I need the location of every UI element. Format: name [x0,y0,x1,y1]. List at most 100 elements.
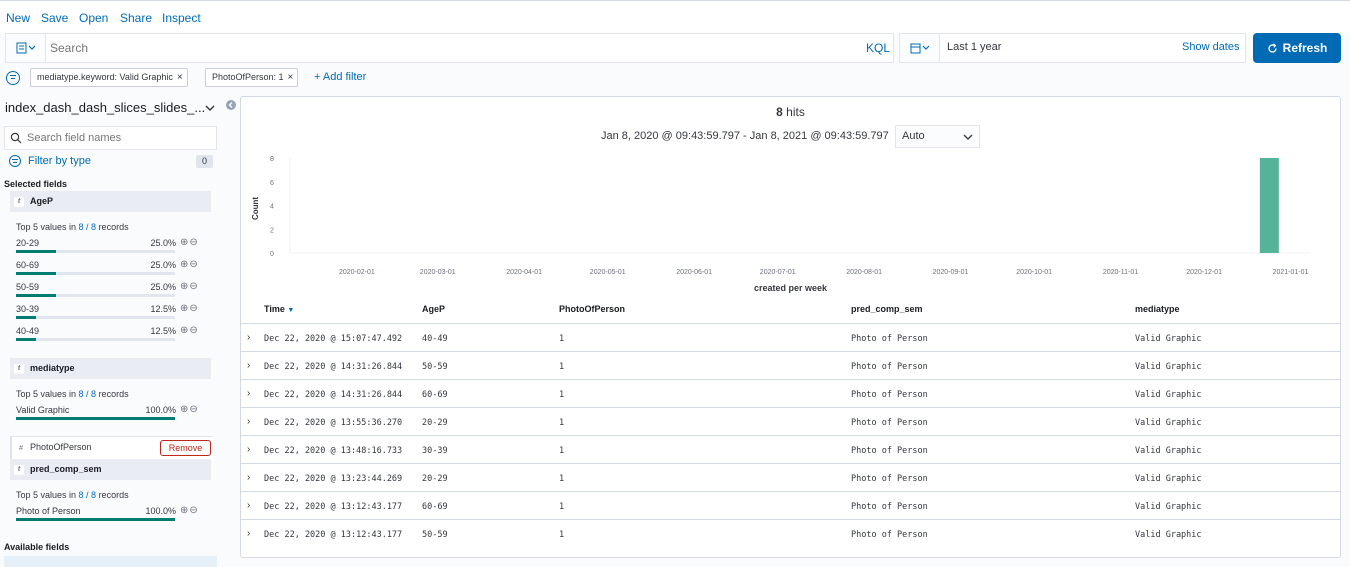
field-summary: Top 5 values in 8 / 8 records [16,222,129,232]
field-search-input[interactable] [27,130,212,146]
add-filter-button[interactable]: + Add filter [314,71,366,83]
filter-value-icons[interactable]: ⊕⊖ [180,404,199,415]
share-button[interactable]: Share [120,11,152,25]
column-header-pred-comp-sem[interactable]: pred_comp_sem [851,304,923,314]
inspect-button[interactable]: Inspect [162,11,201,25]
refresh-button[interactable]: Refresh [1253,33,1341,63]
new-button[interactable]: New [6,11,30,25]
summary-prefix: Top 5 values in [16,490,79,500]
filter-by-type-button[interactable]: Filter by type [28,155,91,167]
table-row: › Dec 22, 2020 @ 13:23:44.269 20-29 1 Photo … [241,463,1340,491]
table-cell: Valid Graphic [1135,418,1202,428]
query-bar: KQL [5,33,894,63]
quick-select-button[interactable] [900,34,940,62]
summary-suffix: records [96,490,129,500]
table-cell: Valid Graphic [1135,474,1202,484]
x-tick-label: 2020-11-01 [1103,269,1138,276]
index-pattern-title[interactable]: index_dash_dash_slices_slides_... [5,100,205,115]
table-cell: 1 [559,334,565,344]
table-row: › Dec 22, 2020 @ 15:07:47.492 40-49 1 Photo … [241,323,1340,351]
save-button[interactable]: Save [41,11,68,25]
remove-field-button[interactable]: Remove [160,440,211,456]
field-photoofperson[interactable]: # PhotoOfPerson Remove [10,436,213,460]
chevron-down-icon[interactable] [204,103,216,113]
field-summary: Top 5 values in 8 / 8 records [16,490,129,500]
filter-options-icon[interactable] [6,71,20,85]
value-bar-track [16,417,175,420]
sort-desc-icon[interactable]: ▼ [287,307,294,314]
value-bar-fill [16,272,56,275]
table-cell: 20-29 [422,474,448,484]
filter-value-icons[interactable]: ⊕⊖ [180,303,199,314]
time-range-label[interactable]: Last 1 year [947,41,1001,53]
x-tick-label: 2020-02-01 [339,269,375,276]
field-name: PhotoOfPerson [30,442,92,452]
filter-value-icons[interactable]: ⊕⊖ [180,259,199,270]
column-label: Time [264,304,285,314]
summary-prefix: Top 5 values in [16,222,79,232]
table-cell: 50-59 [422,362,448,372]
field-pred-comp-sem[interactable]: t pred_comp_sem [10,459,211,480]
y-tick-label: 8 [270,156,274,163]
y-tick-label: 6 [270,180,274,187]
expand-row-icon[interactable]: › [247,332,250,343]
field-value-row: Valid Graphic 100.0% [16,405,176,420]
value-label: 40-49 [16,326,40,336]
column-header-agep[interactable]: AgeP [422,304,445,314]
kql-toggle[interactable]: KQL [866,41,890,55]
show-dates-button[interactable]: Show dates [1182,41,1239,53]
field-search [4,126,217,150]
filter-value-icons[interactable]: ⊕⊖ [180,505,199,516]
expand-row-icon[interactable]: › [247,444,250,455]
x-tick-label: 2020-05-01 [590,269,626,276]
value-percent: 25.0% [150,260,176,270]
remove-filter-icon[interactable]: × [177,72,183,83]
histogram-bar[interactable] [1259,158,1279,253]
remove-filter-icon[interactable]: × [288,72,294,83]
field-value-row: 20-29 25.0% [16,238,176,253]
x-tick-label: 2020-10-01 [1016,269,1052,276]
filter-value-icons[interactable]: ⊕⊖ [180,325,199,336]
field-agep[interactable]: t AgeP [10,191,211,212]
search-input[interactable] [50,38,830,58]
value-percent: 25.0% [150,282,176,292]
table-cell: Valid Graphic [1135,446,1202,456]
collapse-sidebar-icon[interactable] [225,99,237,111]
filter-pill[interactable]: mediatype.keyword: Valid Graphic × [30,68,188,87]
column-header-time[interactable]: Time ▼ [264,304,294,314]
field-value-row: 50-59 25.0% [16,282,176,297]
table-cell: 1 [559,502,565,512]
column-header-mediatype[interactable]: mediatype [1135,304,1180,314]
field-value-row: 60-69 25.0% [16,260,176,275]
table-cell: Dec 22, 2020 @ 15:07:47.492 [264,334,403,344]
column-header-photoofperson[interactable]: PhotoOfPerson [559,304,625,314]
filter-pill[interactable]: PhotoOfPerson: 1 × [205,68,299,87]
table-cell: 40-49 [422,334,448,344]
value-label: 60-69 [16,260,40,270]
filter-value-icons[interactable]: ⊕⊖ [180,237,199,248]
table-cell: 20-29 [422,418,448,428]
expand-row-icon[interactable]: › [247,388,250,399]
field-mediatype[interactable]: t mediatype [10,358,211,379]
expand-row-icon[interactable]: › [247,360,250,371]
field-value-row: 40-49 12.5% [16,326,176,341]
summary-count: 8 / 8 [78,222,97,232]
field-value-row: Photo of Person 100.0% [16,506,176,521]
expand-row-icon[interactable]: › [247,500,250,511]
expand-row-icon[interactable]: › [247,416,250,427]
search-icon [10,132,22,144]
saved-query-icon [16,42,35,54]
saved-query-button[interactable] [6,34,46,62]
expand-row-icon[interactable]: › [247,528,250,539]
filter-value-icons[interactable]: ⊕⊖ [180,281,199,292]
table-cell: Dec 22, 2020 @ 14:31:26.844 [264,362,403,372]
expand-row-icon[interactable]: › [247,472,250,483]
value-bar-track [16,250,175,253]
table-cell: Valid Graphic [1135,334,1202,344]
table-cell: 1 [559,362,565,372]
available-fields-heading: Available fields [4,542,70,552]
table-cell: Dec 22, 2020 @ 13:48:16.733 [264,446,403,456]
value-label: Photo of Person [16,506,81,516]
open-button[interactable]: Open [79,11,108,25]
value-bar-track [16,338,175,341]
